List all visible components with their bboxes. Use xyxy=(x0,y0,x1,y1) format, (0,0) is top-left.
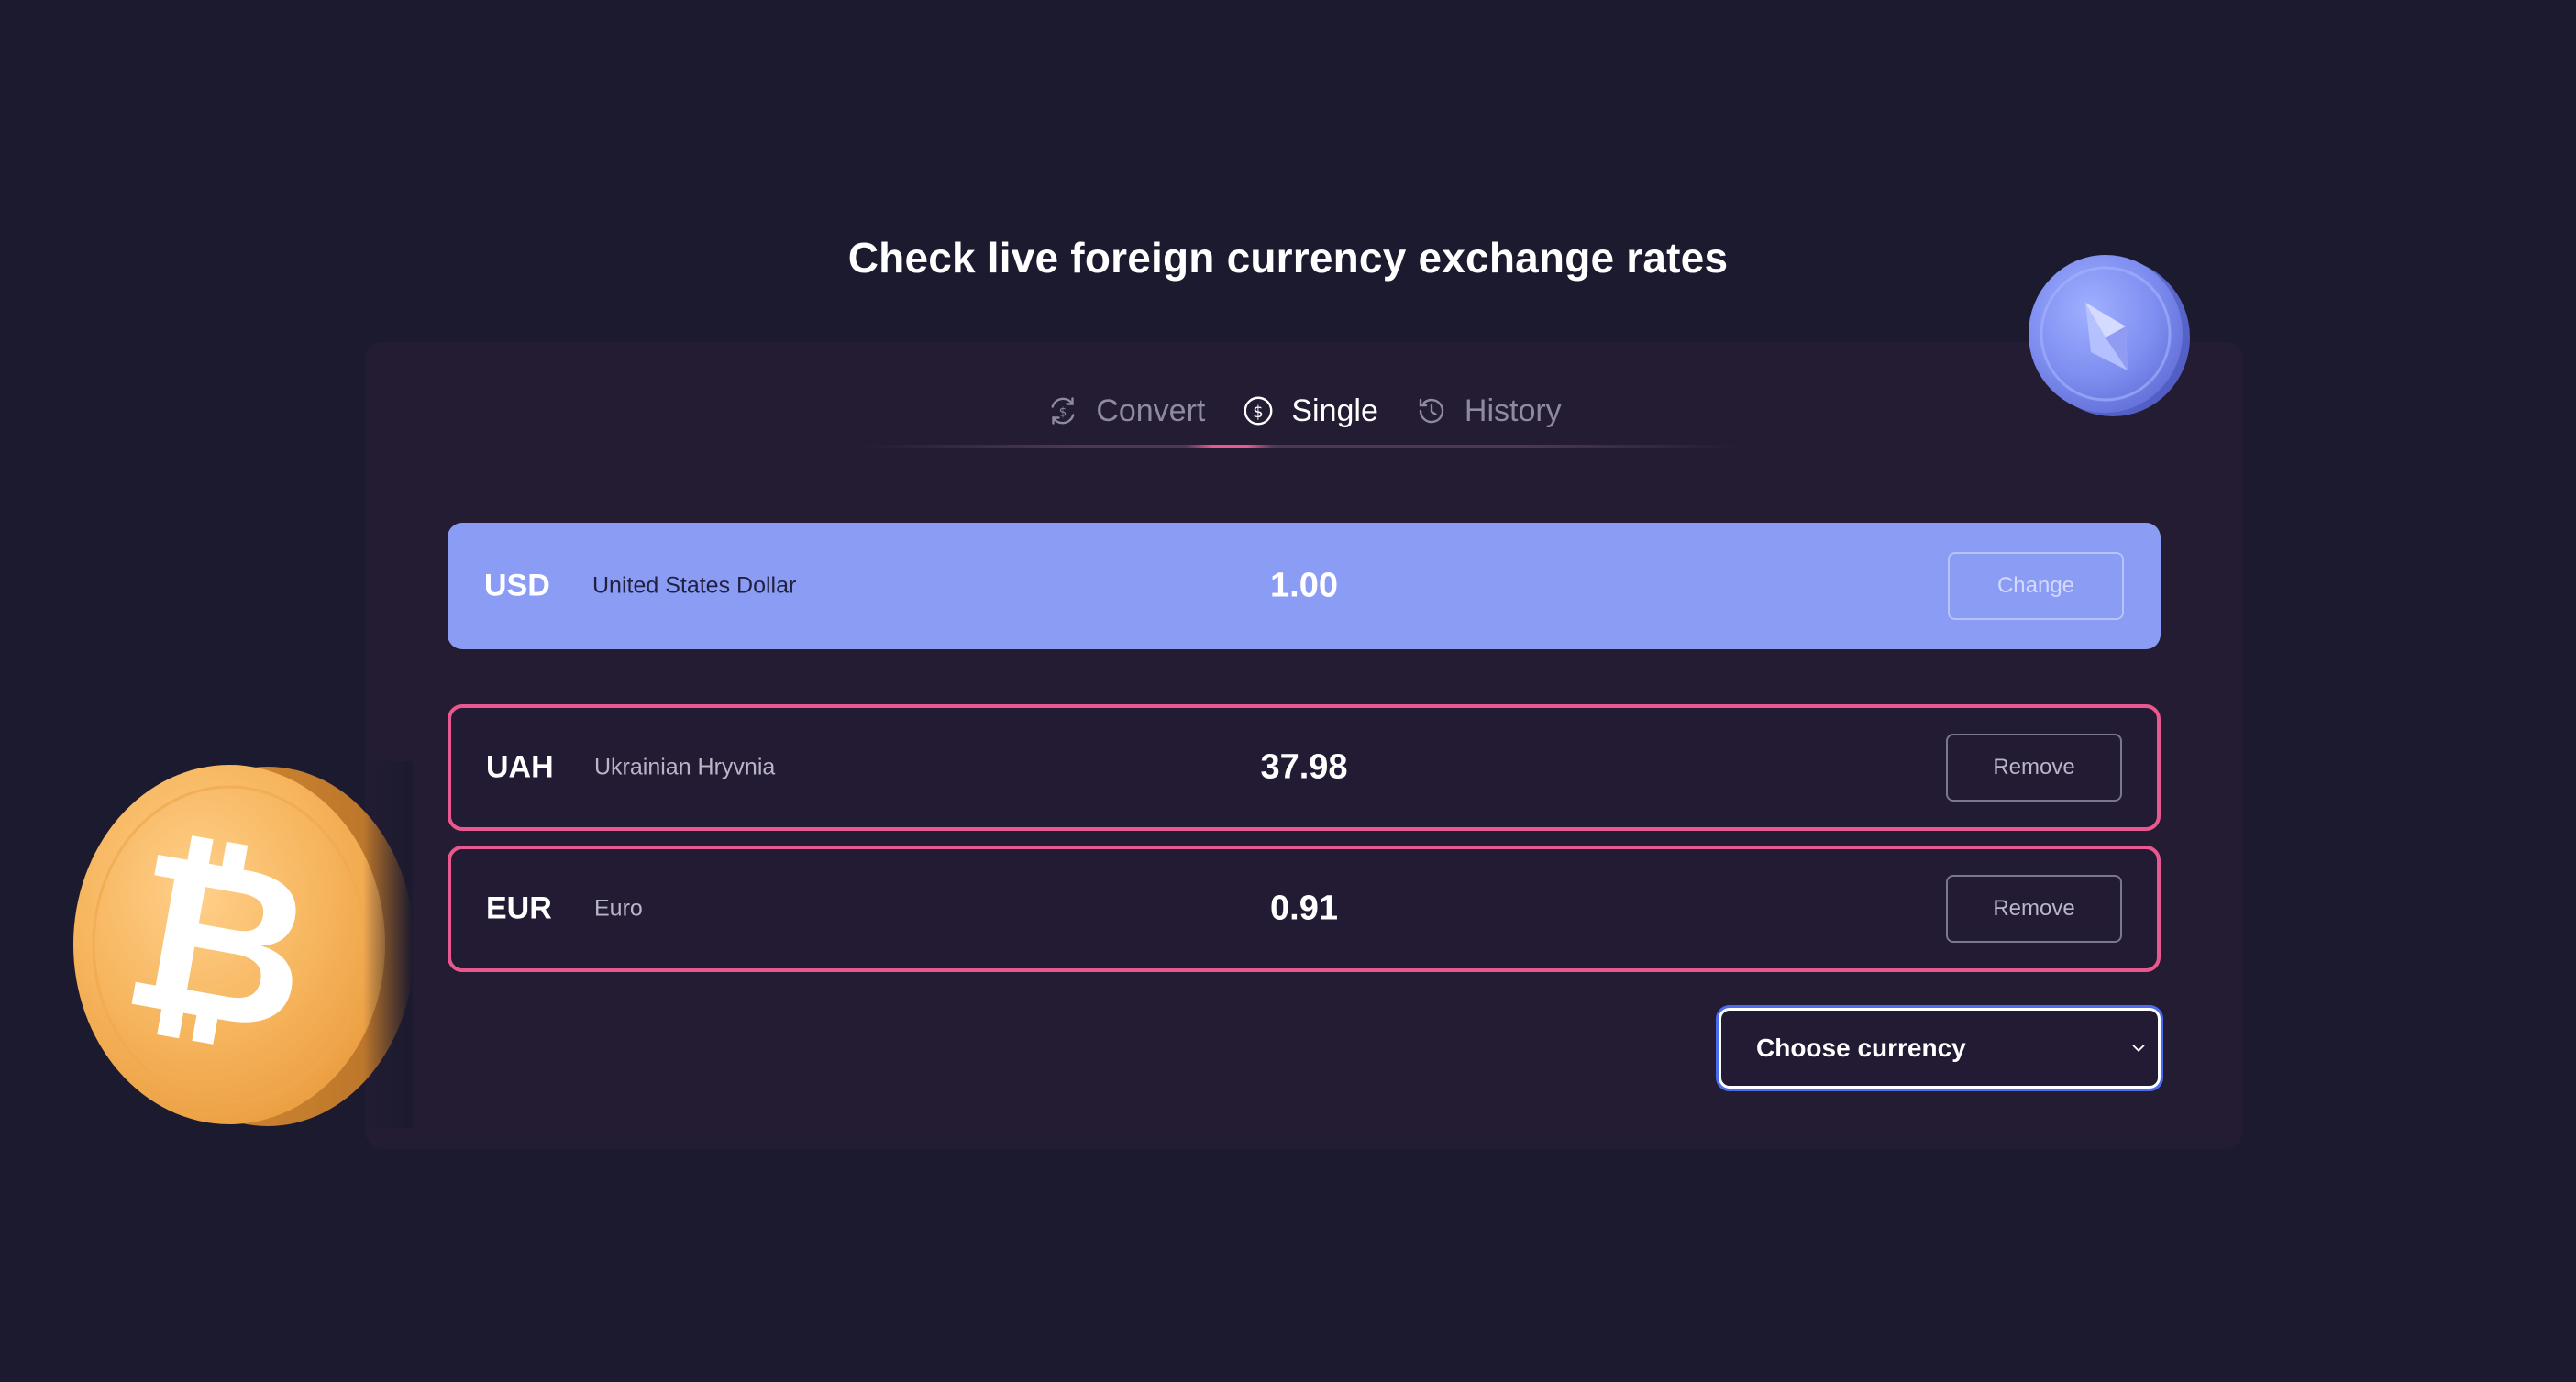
app-root: Check live foreign currency exchange rat… xyxy=(0,0,2576,1382)
ethereum-coin-icon xyxy=(2029,255,2190,416)
rate-row: EUR Euro 0.91 Remove xyxy=(448,846,2161,972)
currency-code: USD xyxy=(484,568,550,603)
tab-history-label: History xyxy=(1464,392,1562,428)
history-icon xyxy=(1415,394,1448,427)
tab-underline xyxy=(860,445,1741,448)
rates-panel: $ Convert $ Single History USD United St… xyxy=(365,342,2243,1149)
base-currency-row: USD United States Dollar 1.00 Change xyxy=(448,523,2161,649)
bitcoin-coin-icon: ₿ xyxy=(73,761,413,1128)
currency-name: Euro xyxy=(594,895,643,922)
currency-name: Ukrainian Hryvnia xyxy=(594,754,776,780)
currency-select[interactable]: Choose currency xyxy=(1719,1008,2161,1089)
tab-convert-label: Convert xyxy=(1096,392,1206,428)
currency-select-value: Choose currency xyxy=(1756,1034,1966,1062)
remove-button[interactable]: Remove xyxy=(1946,875,2122,943)
remove-button[interactable]: Remove xyxy=(1946,734,2122,802)
svg-text:$: $ xyxy=(1059,404,1067,419)
tab-history[interactable]: History xyxy=(1415,382,1562,439)
convert-icon: $ xyxy=(1046,394,1079,427)
currency-code: UAH xyxy=(486,749,554,785)
currency-amount: 0.91 xyxy=(1270,889,1338,928)
dollar-icon: $ xyxy=(1242,394,1275,427)
currency-name: United States Dollar xyxy=(592,572,797,599)
change-button[interactable]: Change xyxy=(1948,552,2124,620)
currency-code: EUR xyxy=(486,890,552,926)
rate-row: UAH Ukrainian Hryvnia 37.98 Remove xyxy=(448,704,2161,831)
chevron-down-icon xyxy=(2132,1045,2145,1052)
tab-single[interactable]: $ Single xyxy=(1242,382,1378,439)
tab-bar: $ Convert $ Single History xyxy=(365,382,2243,439)
tab-convert[interactable]: $ Convert xyxy=(1046,382,1205,439)
svg-text:$: $ xyxy=(1254,403,1264,422)
tab-single-label: Single xyxy=(1291,392,1378,428)
